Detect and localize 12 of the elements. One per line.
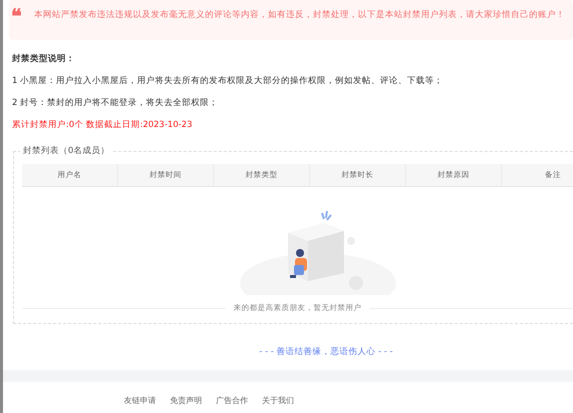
footer-link[interactable]: 广告合作 bbox=[216, 395, 248, 406]
section-title: 封禁类型说明： bbox=[12, 53, 76, 65]
footer-link[interactable]: 关于我们 bbox=[262, 395, 294, 406]
rule-text: 1 小黑屋：用户拉入小黑屋后，用户将失去所有的发布权限及大部分的操作权限，例如发帖、评论、下载等； bbox=[12, 75, 444, 87]
slogan-text: - - - 善语结善缘，恶语伤人心 - - - bbox=[258, 346, 394, 359]
quote-icon: ❝ bbox=[11, 8, 22, 26]
notice-text: 本网站严禁发布违法违规以及发布毫无意义的评论等内容，如有违反，封禁处理，以下是本站封禁用户列表，请大家珍惜自己的账户！ bbox=[34, 8, 565, 22]
footer-link[interactable]: 友链申请 bbox=[124, 395, 156, 406]
summary-text: 累计封禁用户:0个 数据截止日期:2023-10-23 bbox=[12, 119, 194, 131]
panel-legend: 封禁列表（0名成员） bbox=[20, 145, 112, 157]
footer-link[interactable]: 免责声明 bbox=[170, 395, 202, 406]
rule-text: 2 封号：禁封的用户将不能登录，将失去全部权限； bbox=[12, 97, 220, 109]
